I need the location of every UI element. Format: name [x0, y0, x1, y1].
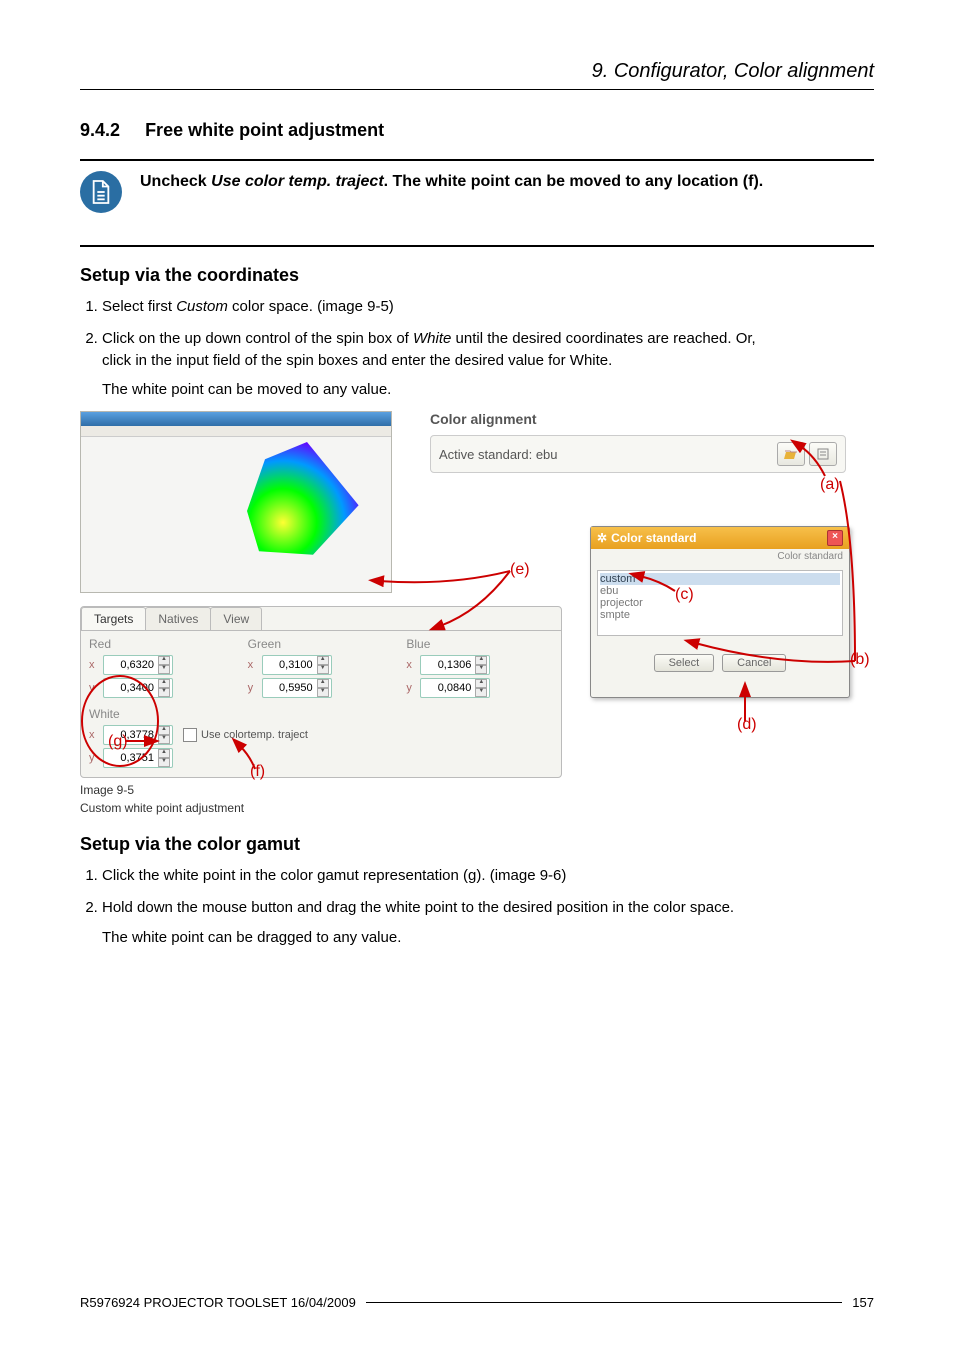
- cancel-button[interactable]: Cancel: [722, 654, 786, 672]
- list-item[interactable]: smpte: [600, 609, 840, 621]
- white-y-input[interactable]: [106, 751, 156, 765]
- list-standard-icon[interactable]: [809, 442, 837, 466]
- active-standard-row: Active standard: ebu: [430, 435, 846, 473]
- green-y-stepper[interactable]: ▲▼: [262, 678, 332, 698]
- rule-bottom: [80, 245, 874, 247]
- chapter-title: 9. Configurator, Color alignment: [80, 60, 874, 89]
- section-heading: 9.4.2 Free white point adjustment: [80, 120, 874, 141]
- color-gamut[interactable]: [241, 442, 361, 557]
- green-y-input[interactable]: [265, 681, 315, 695]
- setup-coords-title: Setup via the coordinates: [80, 265, 874, 286]
- blue-y-input[interactable]: [423, 681, 473, 695]
- select-button[interactable]: Select: [654, 654, 715, 672]
- note-post: . The white point can be moved to any lo…: [384, 173, 764, 190]
- note-block: Uncheck Use color temp. traject. The whi…: [80, 161, 874, 227]
- ann-f: (f): [250, 763, 265, 781]
- note-text: Uncheck Use color temp. traject. The whi…: [140, 171, 763, 193]
- tab-view[interactable]: View: [210, 607, 262, 630]
- group-blue: Blue: [406, 637, 553, 651]
- red-x-input[interactable]: [106, 658, 156, 672]
- ann-e: (e): [510, 561, 530, 579]
- group-red: Red: [89, 637, 236, 651]
- blue-x-input[interactable]: [423, 658, 473, 672]
- step-1: Select first Custom color space. (image …: [102, 296, 874, 318]
- ann-d: (d): [737, 716, 757, 734]
- section-number: 9.4.2: [80, 120, 120, 140]
- figure-caption-1: Image 9-5: [80, 783, 874, 799]
- dialog-subtitle: Color standard: [591, 549, 849, 564]
- list-item[interactable]: ebu: [600, 585, 840, 597]
- color-alignment-title: Color alignment: [430, 411, 846, 427]
- group-green: Green: [248, 637, 395, 651]
- colortemp-traject-label: Use colortemp. traject: [201, 729, 308, 741]
- list-item[interactable]: projector: [600, 597, 840, 609]
- color-alignment-pane: Color alignment Active standard: ebu: [430, 411, 846, 473]
- section-title: Free white point adjustment: [145, 120, 384, 140]
- red-x-stepper[interactable]: ▲▼: [103, 655, 173, 675]
- blue-y-stepper[interactable]: ▲▼: [420, 678, 490, 698]
- figure-9-5: Color alignment Active standard: ebu ✲ Co…: [80, 411, 860, 781]
- setup-gamut-steps: Click the white point in the color gamut…: [84, 865, 874, 948]
- figure-caption-2: Custom white point adjustment: [80, 801, 874, 817]
- setup-coords-steps: Select first Custom color space. (image …: [84, 296, 874, 401]
- red-y-stepper[interactable]: ▲▼: [103, 678, 173, 698]
- group-white: White: [89, 707, 308, 721]
- colortemp-traject-checkbox[interactable]: Use colortemp. traject: [183, 728, 308, 742]
- note-em: Use color temp. traject: [211, 173, 384, 190]
- ann-a: (a): [820, 476, 840, 494]
- note-icon: [80, 171, 122, 213]
- header-rule: [80, 89, 874, 90]
- gamut-step-1: Click the white point in the color gamut…: [102, 865, 874, 887]
- green-x-input[interactable]: [265, 658, 315, 672]
- gamut-step-2: Hold down the mouse button and drag the …: [102, 897, 874, 949]
- tab-targets[interactable]: Targets: [81, 607, 146, 630]
- step-2: Click on the up down control of the spin…: [102, 328, 874, 401]
- green-x-stepper[interactable]: ▲▼: [262, 655, 332, 675]
- ann-b: (b): [850, 651, 870, 669]
- configurator-window: [80, 411, 392, 593]
- blue-x-stepper[interactable]: ▲▼: [420, 655, 490, 675]
- page-footer: R5976924 PROJECTOR TOOLSET 16/04/2009 15…: [80, 1295, 874, 1310]
- note-pre: Uncheck: [140, 173, 211, 190]
- footer-left: R5976924 PROJECTOR TOOLSET 16/04/2009: [80, 1295, 356, 1310]
- ann-g: (g): [108, 733, 128, 751]
- color-standard-dialog: ✲ Color standard × Color standard custom …: [590, 526, 850, 698]
- ann-c: (c): [675, 586, 694, 604]
- targets-panel: Targets Natives View Red x▲▼ y▲▼ Green x…: [80, 606, 562, 778]
- dialog-title: Color standard: [611, 531, 696, 545]
- tab-natives[interactable]: Natives: [145, 607, 211, 630]
- setup-gamut-title: Setup via the color gamut: [80, 834, 874, 855]
- flower-icon: ✲: [597, 531, 607, 545]
- list-item[interactable]: custom: [600, 573, 840, 585]
- open-standard-icon[interactable]: [777, 442, 805, 466]
- footer-page: 157: [852, 1295, 874, 1310]
- red-y-input[interactable]: [106, 681, 156, 695]
- white-y-stepper[interactable]: ▲▼: [103, 748, 173, 768]
- close-icon[interactable]: ×: [827, 530, 843, 546]
- active-standard-label: Active standard: ebu: [439, 447, 558, 462]
- standard-list[interactable]: custom ebu projector smpte: [597, 570, 843, 636]
